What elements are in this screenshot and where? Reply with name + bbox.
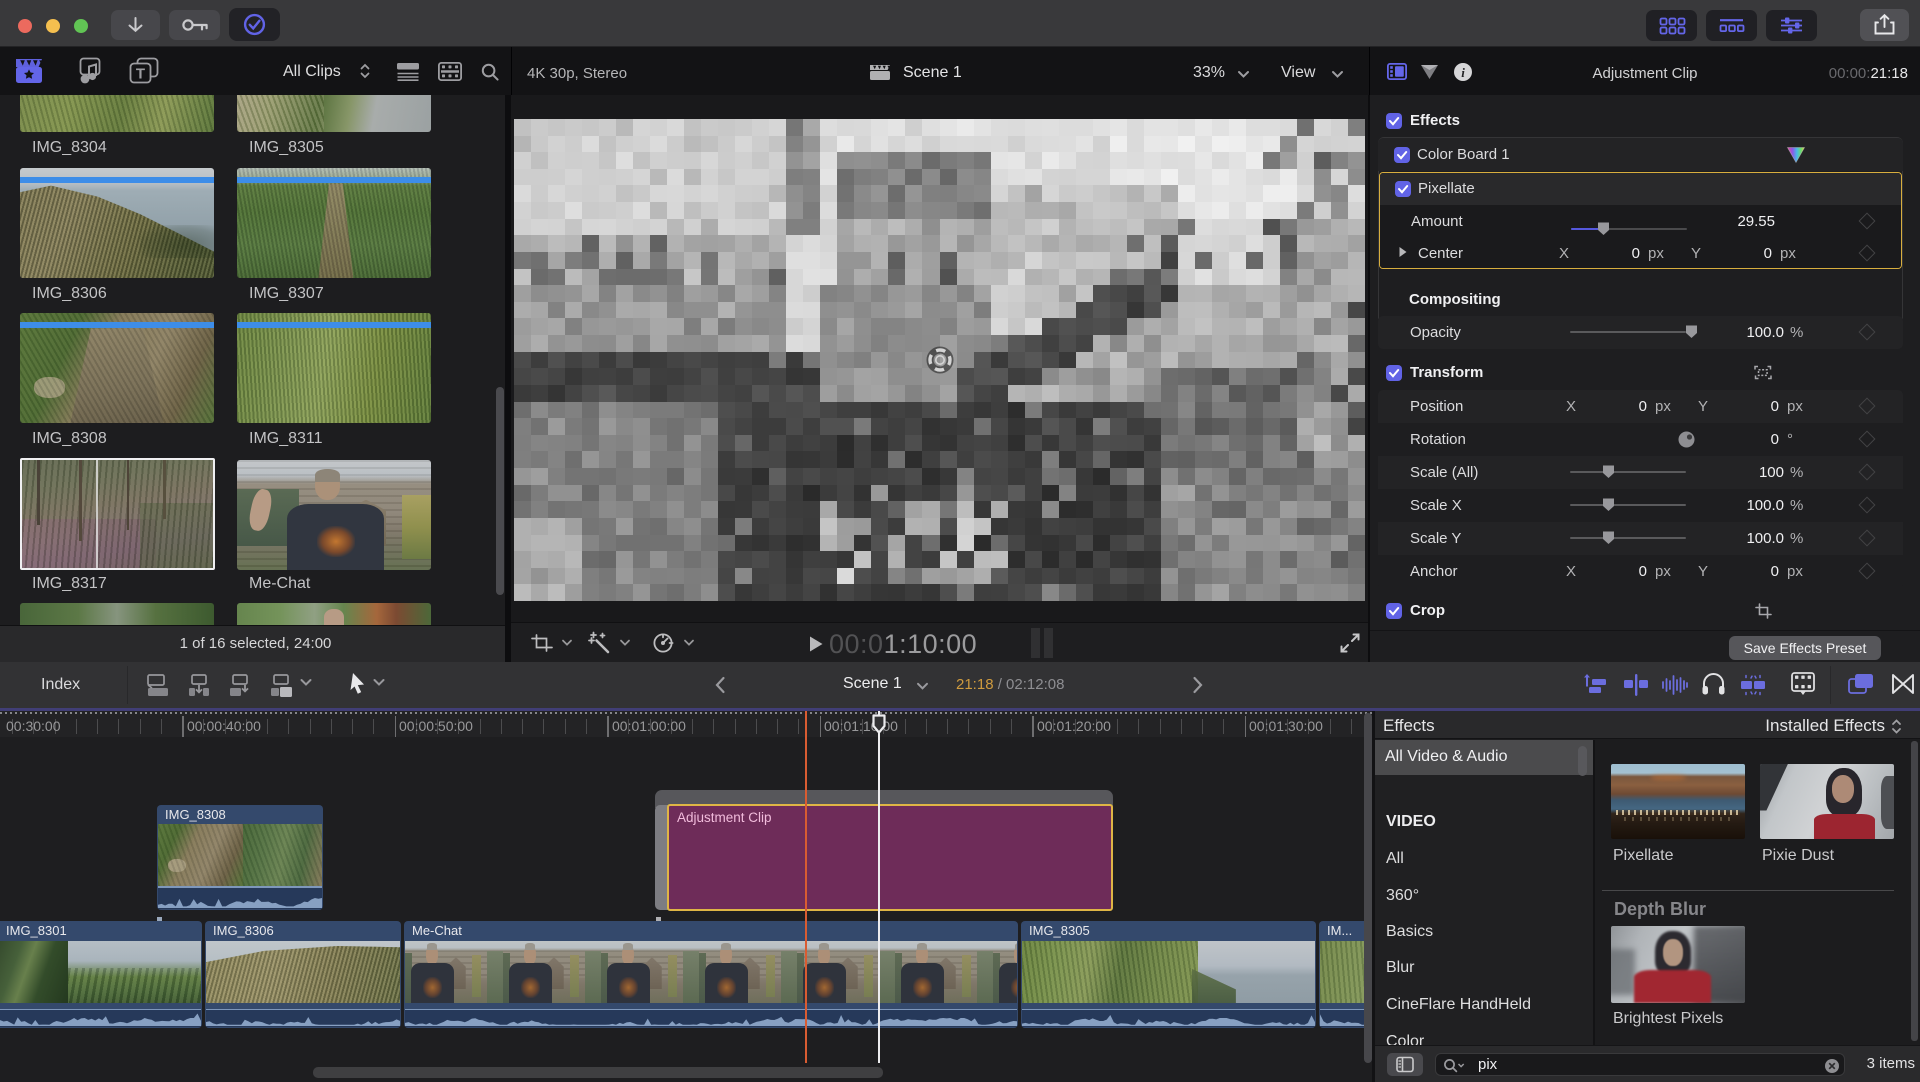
svg-text:T: T [136,66,145,83]
svg-text:i: i [1461,65,1465,80]
